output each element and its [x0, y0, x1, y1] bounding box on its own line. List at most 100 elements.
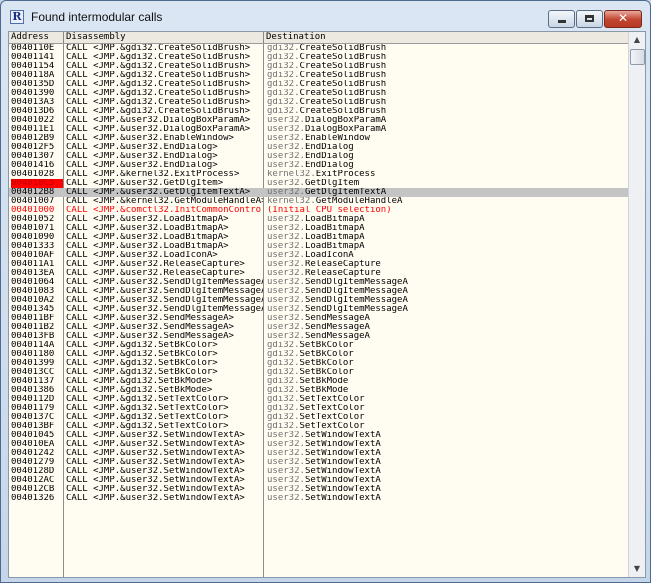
destination-cell: user32.SetWindowTextA — [267, 431, 627, 440]
destination-module: user32. — [267, 458, 305, 467]
table-row[interactable]: 004012CB CALL <JMP.&user32.SetWindowTextA… — [9, 485, 628, 494]
column-header-destination[interactable]: Destination — [264, 32, 628, 43]
table-row[interactable]: 004010A2 CALL <JMP.&user32.SendDlgItemMes… — [9, 296, 628, 305]
destination-cell: gdi32.SetBkColor — [267, 368, 627, 377]
table-row[interactable]: 00401083 CALL <JMP.&user32.SendDlgItemMes… — [9, 287, 628, 296]
table-row[interactable]: 004011E1 CALL <JMP.&user32.DialogBoxParam… — [9, 125, 628, 134]
table-row[interactable]: 004012AC CALL <JMP.&user32.SetWindowTextA… — [9, 476, 628, 485]
address-cell: 00401045 — [11, 431, 55, 440]
table-row[interactable]: 00401399 CALL <JMP.&gdi32.SetBkColor> gdi3… — [9, 359, 628, 368]
table-row[interactable]: 004013FB CALL <JMP.&user32.SendMessageA> u… — [9, 332, 628, 341]
table-row[interactable]: 004013D6 CALL <JMP.&gdi32.CreateSolidBrus… — [9, 107, 628, 116]
found-intermodular-calls-window: R Found intermodular calls ✕ Address Dis… — [0, 0, 651, 583]
address-cell: 00401307 — [11, 152, 55, 161]
table-row[interactable]: 004012F5 CALL <JMP.&user32.EndDialog> user… — [9, 143, 628, 152]
table-row[interactable]: 00401000 CALL <JMP.&comctl32.InitCommonCo… — [9, 206, 628, 215]
destination-cell: kernel32.ExitProcess — [267, 170, 627, 179]
table-row[interactable]: 00401386 CALL <JMP.&gdi32.SetBkMode> gdi32… — [9, 386, 628, 395]
destination-function: SendDlgItemMessageA — [304, 278, 408, 287]
table-row[interactable]: 00401154 CALL <JMP.&gdi32.CreateSolidBrus… — [9, 62, 628, 71]
maximize-button[interactable] — [576, 10, 603, 28]
destination-cell: gdi32.SetBkMode — [267, 386, 627, 395]
table-row[interactable]: 00401045 CALL <JMP.&user32.SetWindowTextA… — [9, 431, 628, 440]
destination-cell: gdi32.SetTextColor — [267, 413, 627, 422]
disassembly-cell: CALL <JMP.&kernel32.GetModuleHandleA> — [66, 197, 263, 206]
table-row[interactable]: 00401179 CALL <JMP.&gdi32.SetTextColor> gd… — [9, 404, 628, 413]
table-row[interactable]: 004010C5 CALL <JMP.&user32.GetDlgItem> use… — [9, 179, 628, 188]
column-header-address[interactable]: Address — [9, 32, 64, 43]
destination-module: user32. — [267, 305, 305, 314]
table-row[interactable]: 00401137 CALL <JMP.&gdi32.SetBkMode> gdi32… — [9, 377, 628, 386]
disassembly-cell: CALL <JMP.&user32.EnableWindow> — [66, 134, 234, 143]
table-row[interactable]: 00401028 CALL <JMP.&kernel32.ExitProcess>… — [9, 170, 628, 179]
address-cell: 00401390 — [11, 89, 55, 98]
destination-cell: gdi32.SetTextColor — [267, 422, 627, 431]
table-row[interactable]: 0040137C CALL <JMP.&gdi32.SetTextColor> gd… — [9, 413, 628, 422]
table-row[interactable]: 00401307 CALL <JMP.&user32.EndDialog> user… — [9, 152, 628, 161]
scrollbar-thumb[interactable] — [630, 49, 645, 65]
destination-module: user32. — [267, 152, 305, 161]
destination-function: SetWindowTextA — [304, 458, 381, 467]
destination-function: SendMessageA — [304, 332, 370, 341]
destination-cell: user32.SendMessageA — [267, 332, 627, 341]
disassembly-cell: CALL <JMP.&gdi32.CreateSolidBrush> — [66, 44, 251, 53]
table-row[interactable]: 00401326 CALL <JMP.&user32.SetWindowTextA… — [9, 494, 628, 503]
table-row[interactable]: 00401279 CALL <JMP.&user32.SetWindowTextA… — [9, 458, 628, 467]
minimize-button[interactable] — [548, 10, 575, 28]
vertical-scrollbar[interactable]: ▲ ▼ — [628, 32, 645, 577]
table-row[interactable]: 004013CC CALL <JMP.&gdi32.SetBkColor> gdi3… — [9, 368, 628, 377]
table-row[interactable]: 0040112D CALL <JMP.&gdi32.SetTextColor> gd… — [9, 395, 628, 404]
address-cell: 004010A2 — [11, 296, 55, 305]
table-row[interactable]: 004013BF CALL <JMP.&gdi32.SetTextColor> gd… — [9, 422, 628, 431]
destination-module: user32. — [267, 485, 305, 494]
address-cell: 00401386 — [11, 386, 55, 395]
table-row[interactable]: 004012B9 CALL <JMP.&user32.EnableWindow> u… — [9, 134, 628, 143]
table-row[interactable]: 0040118A CALL <JMP.&gdi32.CreateSolidBrus… — [9, 71, 628, 80]
table-row[interactable]: 004013A3 CALL <JMP.&gdi32.CreateSolidBrus… — [9, 98, 628, 107]
column-header-disassembly[interactable]: Disassembly — [64, 32, 264, 43]
destination-function: CreateSolidBrush — [299, 107, 387, 116]
table-row[interactable]: 00401141 CALL <JMP.&gdi32.CreateSolidBrus… — [9, 53, 628, 62]
disassembly-cell: CALL <JMP.&gdi32.CreateSolidBrush> — [66, 53, 251, 62]
table-row[interactable]: 004011B2 CALL <JMP.&user32.SendMessageA> u… — [9, 323, 628, 332]
table-row[interactable]: 00401022 CALL <JMP.&user32.DialogBoxParam… — [9, 116, 628, 125]
destination-module: gdi32. — [267, 89, 300, 98]
destination-module: user32. — [267, 440, 305, 449]
table-row[interactable]: 00401064 CALL <JMP.&user32.SendDlgItemMes… — [9, 278, 628, 287]
table-row[interactable]: 00401090 CALL <JMP.&user32.LoadBitmapA> us… — [9, 233, 628, 242]
destination-cell: gdi32.SetBkMode — [267, 377, 627, 386]
destination-function: CreateSolidBrush — [299, 89, 387, 98]
table-row[interactable]: 0040110E CALL <JMP.&gdi32.CreateSolidBrus… — [9, 44, 628, 53]
table-row[interactable]: 00401052 CALL <JMP.&user32.LoadBitmapA> us… — [9, 215, 628, 224]
table-row[interactable]: 00401071 CALL <JMP.&user32.LoadBitmapA> us… — [9, 224, 628, 233]
table-row[interactable]: 00401007 CALL <JMP.&kernel32.GetModuleHan… — [9, 197, 628, 206]
destination-function: LoadIconA — [304, 251, 354, 260]
disassembly-cell: CALL <JMP.&kernel32.ExitProcess> — [66, 170, 240, 179]
destination-cell: user32.EndDialog — [267, 161, 627, 170]
table-row[interactable]: 004010EA CALL <JMP.&user32.SetWindowTextA… — [9, 440, 628, 449]
table-row[interactable]: 00401416 CALL <JMP.&user32.EndDialog> user… — [9, 161, 628, 170]
table-row[interactable]: 00401180 CALL <JMP.&gdi32.SetBkColor> gdi3… — [9, 350, 628, 359]
destination-function: SetBkColor — [299, 341, 354, 350]
table-row[interactable]: 004011BF CALL <JMP.&user32.SendMessageA> u… — [9, 314, 628, 323]
scroll-up-arrow-icon[interactable]: ▲ — [629, 32, 645, 48]
table-row[interactable]: 0040128D CALL <JMP.&user32.SetWindowTextA… — [9, 467, 628, 476]
scroll-down-arrow-icon[interactable]: ▼ — [629, 561, 645, 577]
table-row[interactable]: 004011A1 CALL <JMP.&user32.ReleaseCapture… — [9, 260, 628, 269]
address-cell: 00401333 — [11, 242, 55, 251]
table-row[interactable]: 0040135D CALL <JMP.&gdi32.CreateSolidBrus… — [9, 80, 628, 89]
table-row[interactable]: 004013EA CALL <JMP.&user32.ReleaseCapture… — [9, 269, 628, 278]
disassembly-cell: CALL <JMP.&user32.SetWindowTextA> — [66, 485, 245, 494]
title-bar[interactable]: R Found intermodular calls ✕ — [1, 1, 650, 31]
close-button[interactable]: ✕ — [604, 10, 642, 28]
table-row[interactable]: 00401345 CALL <JMP.&user32.SendDlgItemMes… — [9, 305, 628, 314]
table-row[interactable]: 00401242 CALL <JMP.&user32.SetWindowTextA… — [9, 449, 628, 458]
app-icon[interactable]: R — [10, 10, 24, 24]
table-row[interactable]: 004012B8 CALL <JMP.&user32.GetDlgItemText… — [9, 188, 628, 197]
table-row[interactable]: 0040114A CALL <JMP.&gdi32.SetBkColor> gdi3… — [9, 341, 628, 350]
table-row[interactable]: 00401390 CALL <JMP.&gdi32.CreateSolidBrus… — [9, 89, 628, 98]
table-row[interactable]: 00401333 CALL <JMP.&user32.LoadBitmapA> us… — [9, 242, 628, 251]
destination-cell: user32.SetWindowTextA — [267, 476, 627, 485]
address-cell: 00401028 — [11, 170, 55, 179]
table-row[interactable]: 004010AF CALL <JMP.&user32.LoadIconA> user… — [9, 251, 628, 260]
